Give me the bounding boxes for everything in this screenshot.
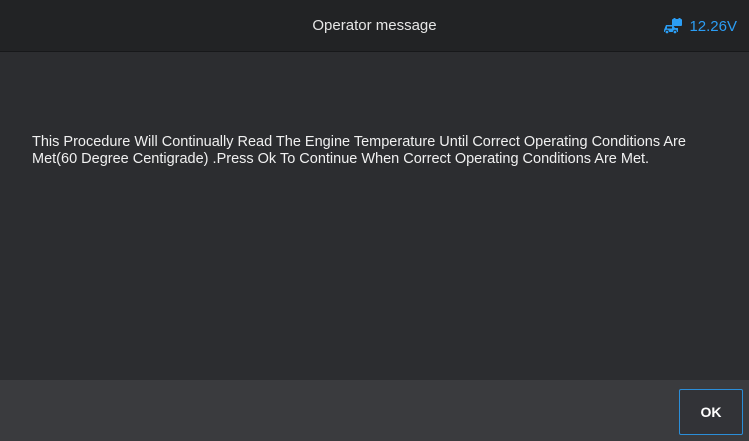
footer-bar: [0, 380, 749, 441]
page-title: Operator message: [312, 17, 437, 34]
voltage-readout: 12.26V: [689, 17, 737, 35]
message-panel: [0, 52, 749, 380]
vehicle-voltage-status: 12.26V: [663, 0, 737, 52]
header-bar: Operator message 12.26V: [0, 0, 749, 52]
operator-message-text: This Procedure Will Continually Read The…: [32, 134, 686, 167]
operator-message-screen: Operator message 12.26V This Procedure W…: [0, 0, 749, 441]
ok-button[interactable]: OK: [679, 389, 743, 435]
car-battery-icon: [663, 18, 683, 35]
